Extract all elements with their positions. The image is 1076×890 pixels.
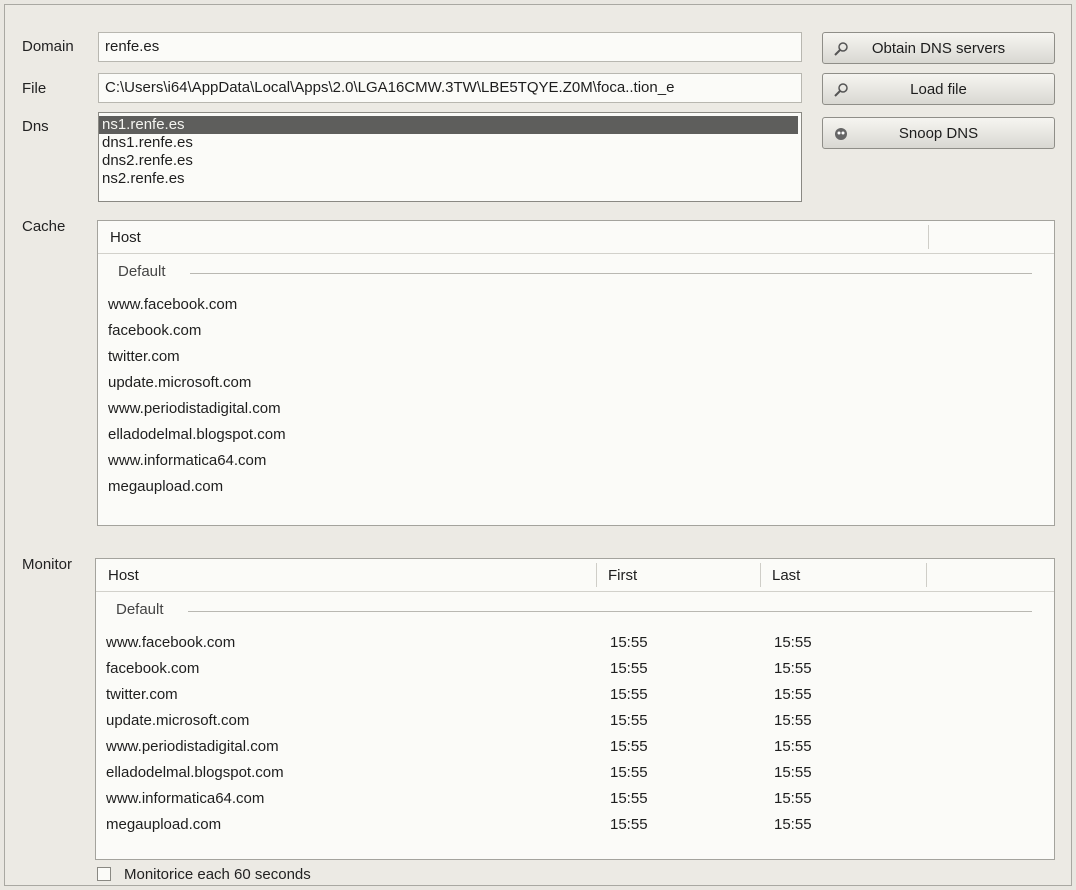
magnifier-icon — [833, 82, 849, 98]
first-cell: 15:55 — [610, 764, 648, 781]
host-cell: twitter.com — [106, 686, 178, 703]
monitor-label: Monitor — [22, 556, 73, 573]
cache-column-header: Host — [98, 221, 1054, 254]
dns-list-item[interactable]: ns1.renfe.es — [99, 116, 798, 134]
magnifier-icon — [833, 41, 849, 57]
last-cell: 15:55 — [774, 686, 812, 703]
table-row[interactable]: elladodelmal.blogspot.com 15:55 15:55 — [96, 761, 1054, 786]
column-divider[interactable] — [596, 563, 597, 587]
table-row[interactable]: megaupload.com 15:55 15:55 — [96, 813, 1054, 838]
obtain-dns-servers-label: Obtain DNS servers — [871, 39, 1006, 57]
dns-list-item[interactable]: ns2.renfe.es — [99, 170, 801, 188]
snoop-dns-label: Snoop DNS — [898, 124, 979, 142]
monitor-list[interactable]: Host First Last Default www.facebook.com… — [95, 558, 1055, 860]
cache-label: Cache — [22, 218, 66, 235]
last-cell: 15:55 — [774, 816, 812, 833]
dns-server-list[interactable]: ns1.renfe.es dns1.renfe.es dns2.renfe.es… — [98, 112, 802, 202]
host-cell: megaupload.com — [106, 816, 222, 833]
cache-group-default[interactable]: Default — [98, 261, 1054, 283]
last-cell: 15:55 — [774, 634, 812, 651]
first-cell: 15:55 — [610, 816, 648, 833]
file-label: File — [22, 80, 47, 97]
host-cell: www.informatica64.com — [108, 452, 267, 469]
host-cell: elladodelmal.blogspot.com — [106, 764, 284, 781]
domain-label: Domain — [22, 38, 74, 55]
list-item[interactable]: update.microsoft.com — [98, 371, 1054, 396]
host-cell: www.periodistadigital.com — [108, 400, 281, 417]
monitor-interval-checkbox[interactable] — [97, 867, 111, 881]
domain-input[interactable]: renfe.es — [98, 32, 802, 62]
list-item[interactable]: elladodelmal.blogspot.com — [98, 423, 1054, 448]
first-cell: 15:55 — [610, 660, 648, 677]
cache-list[interactable]: Host Default www.facebook.com facebook.c… — [97, 220, 1055, 526]
last-cell: 15:55 — [774, 712, 812, 729]
list-item[interactable]: facebook.com — [98, 319, 1054, 344]
dns-list-item[interactable]: dns2.renfe.es — [99, 152, 801, 170]
column-divider[interactable] — [928, 225, 929, 249]
dns-label: Dns — [22, 118, 49, 135]
first-cell: 15:55 — [610, 634, 648, 651]
table-row[interactable]: www.facebook.com 15:55 15:55 — [96, 631, 1054, 656]
group-divider — [190, 273, 1032, 274]
host-cell: twitter.com — [108, 348, 180, 365]
monitor-last-header[interactable]: Last — [772, 567, 800, 584]
monitor-column-header: Host First Last — [96, 559, 1054, 592]
last-cell: 15:55 — [774, 790, 812, 807]
table-row[interactable]: twitter.com 15:55 15:55 — [96, 683, 1054, 708]
list-item[interactable]: www.periodistadigital.com — [98, 397, 1054, 422]
obtain-dns-servers-button[interactable]: Obtain DNS servers — [822, 32, 1055, 64]
table-row[interactable]: www.informatica64.com 15:55 15:55 — [96, 787, 1054, 812]
load-file-button[interactable]: Load file — [822, 73, 1055, 105]
host-cell: megaupload.com — [108, 478, 224, 495]
host-cell: www.periodistadigital.com — [106, 738, 279, 755]
monitor-group-default[interactable]: Default — [96, 599, 1054, 621]
list-item[interactable]: www.facebook.com — [98, 293, 1054, 318]
host-cell: www.informatica64.com — [106, 790, 265, 807]
last-cell: 15:55 — [774, 738, 812, 755]
host-cell: update.microsoft.com — [108, 374, 252, 391]
group-divider — [188, 611, 1032, 612]
group-label: Default — [116, 601, 164, 618]
file-path-input[interactable]: C:\Users\i64\AppData\Local\Apps\2.0\LGA1… — [98, 73, 802, 103]
spy-icon — [833, 126, 849, 142]
snoop-dns-button[interactable]: Snoop DNS — [822, 117, 1055, 149]
table-row[interactable]: update.microsoft.com 15:55 15:55 — [96, 709, 1054, 734]
last-cell: 15:55 — [774, 660, 812, 677]
table-row[interactable]: www.periodistadigital.com 15:55 15:55 — [96, 735, 1054, 760]
first-cell: 15:55 — [610, 712, 648, 729]
host-cell: elladodelmal.blogspot.com — [108, 426, 286, 443]
last-cell: 15:55 — [774, 764, 812, 781]
host-cell: update.microsoft.com — [106, 712, 250, 729]
column-divider[interactable] — [926, 563, 927, 587]
host-cell: facebook.com — [106, 660, 200, 677]
dns-list-item[interactable]: dns1.renfe.es — [99, 134, 801, 152]
list-item[interactable]: twitter.com — [98, 345, 1054, 370]
list-item[interactable]: megaupload.com — [98, 475, 1054, 500]
host-cell: facebook.com — [108, 322, 202, 339]
monitor-interval-label[interactable]: Monitorice each 60 seconds — [124, 866, 311, 883]
first-cell: 15:55 — [610, 790, 648, 807]
group-label: Default — [118, 263, 166, 280]
load-file-label: Load file — [910, 80, 967, 98]
host-cell: www.facebook.com — [106, 634, 236, 651]
first-cell: 15:55 — [610, 686, 648, 703]
table-row[interactable]: facebook.com 15:55 15:55 — [96, 657, 1054, 682]
cache-host-header[interactable]: Host — [110, 229, 141, 246]
list-item[interactable]: www.informatica64.com — [98, 449, 1054, 474]
monitor-first-header[interactable]: First — [608, 567, 637, 584]
monitor-host-header[interactable]: Host — [108, 567, 139, 584]
host-cell: www.facebook.com — [108, 296, 238, 313]
first-cell: 15:55 — [610, 738, 648, 755]
column-divider[interactable] — [760, 563, 761, 587]
